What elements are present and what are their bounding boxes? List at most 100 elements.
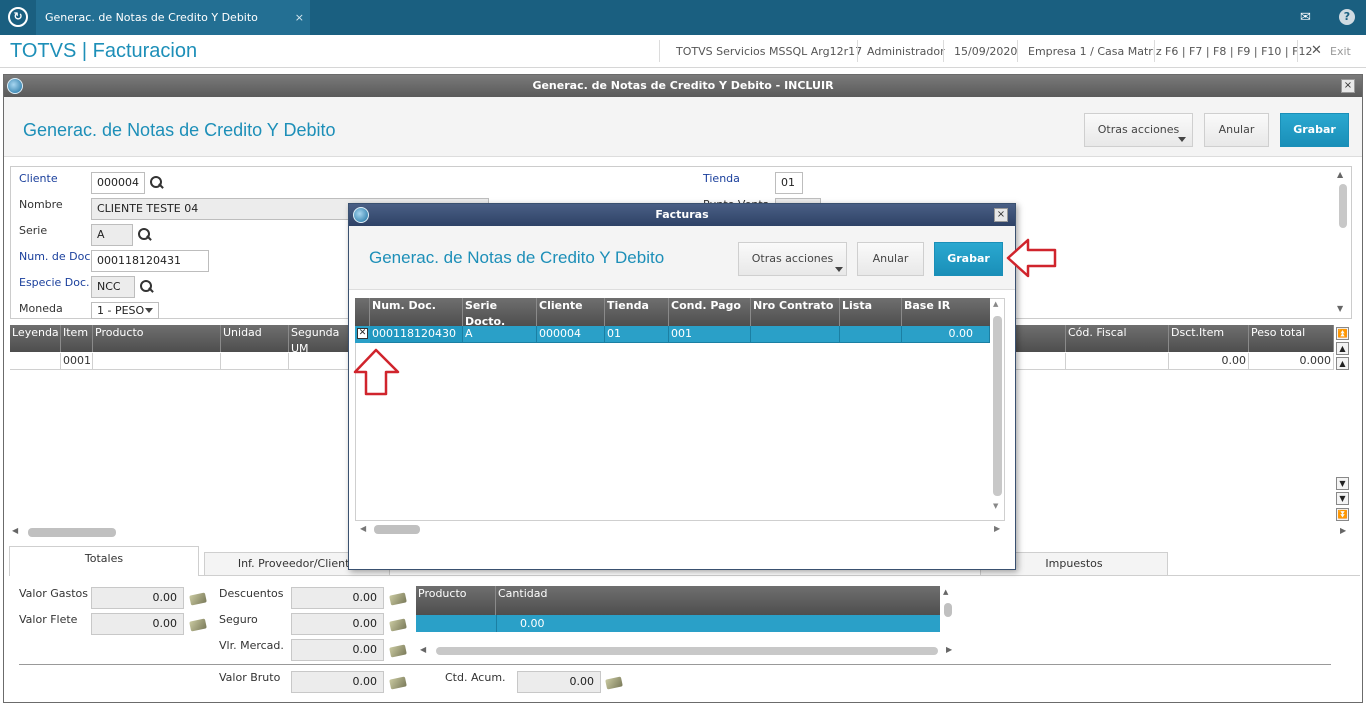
search-icon[interactable] bbox=[150, 176, 163, 189]
grid-first-icon[interactable]: ⏫ bbox=[1336, 327, 1349, 340]
scroll-left-icon[interactable]: ◀ bbox=[360, 524, 366, 533]
scroll-thumb[interactable] bbox=[944, 603, 952, 617]
valor-bruto-label: Valor Bruto bbox=[219, 671, 281, 684]
header-divider bbox=[1154, 40, 1155, 62]
descuentos-label: Descuentos bbox=[219, 587, 284, 600]
scroll-left-icon[interactable]: ◀ bbox=[420, 645, 426, 654]
valor-bruto-input[interactable]: 0.00 bbox=[291, 671, 384, 693]
dialog-vscrollbar[interactable]: ▲ ▼ bbox=[992, 300, 1003, 518]
grid-up-icon[interactable]: ▲ bbox=[1336, 342, 1349, 355]
valor-gastos-input[interactable]: 0.00 bbox=[91, 587, 184, 609]
col-cond-pago[interactable]: Cond. Pago bbox=[669, 298, 751, 326]
dialog-form-title: Generac. de Notas de Credito Y Debito bbox=[369, 248, 665, 267]
row-checkbox[interactable]: ✕ bbox=[357, 328, 368, 339]
col-check[interactable] bbox=[355, 298, 370, 326]
col-hidden[interactable] bbox=[1015, 325, 1066, 352]
mail-icon[interactable]: ✉ bbox=[1300, 10, 1311, 25]
user-label: Administrador bbox=[867, 45, 945, 58]
scroll-right-icon[interactable]: ▶ bbox=[946, 645, 952, 654]
valor-flete-label: Valor Flete bbox=[19, 613, 78, 626]
col-lista[interactable]: Lista bbox=[840, 298, 902, 326]
ctd-acum-input[interactable]: 0.00 bbox=[517, 671, 601, 693]
scroll-thumb[interactable] bbox=[374, 525, 420, 534]
company-label[interactable]: Empresa 1 / Casa Matriz bbox=[1028, 45, 1162, 58]
cliente-input[interactable]: 000004 bbox=[91, 172, 145, 194]
descuentos-input[interactable]: 0.00 bbox=[291, 587, 384, 609]
form-scrollbar[interactable]: ▲ ▼ bbox=[1337, 170, 1349, 316]
header-divider bbox=[1017, 40, 1018, 62]
annotation-arrow-left-icon bbox=[1006, 238, 1057, 278]
vlr-mercad-input[interactable]: 0.00 bbox=[291, 639, 384, 661]
col-cod-fiscal[interactable]: Cód. Fiscal bbox=[1066, 325, 1169, 352]
scroll-left-icon[interactable]: ◀ bbox=[12, 526, 18, 535]
valor-flete-input[interactable]: 0.00 bbox=[91, 613, 184, 635]
dialog-grabar-button[interactable]: Grabar bbox=[934, 242, 1003, 276]
search-icon[interactable] bbox=[138, 228, 151, 241]
cell-unidad bbox=[221, 353, 289, 370]
col-leyenda[interactable]: Leyenda bbox=[10, 325, 61, 352]
col-serie-docto[interactable]: Serie Docto. bbox=[463, 298, 537, 328]
col-nro-contrato[interactable]: Nro Contrato bbox=[751, 298, 840, 326]
cell-cliente: 000004 bbox=[537, 326, 605, 343]
dialog-anular-button[interactable]: Anular bbox=[857, 242, 924, 276]
window-close-icon[interactable]: × bbox=[1341, 79, 1355, 93]
numdoc-input[interactable]: 000118120431 bbox=[91, 250, 209, 272]
scroll-up-icon[interactable]: ▲ bbox=[1337, 170, 1343, 179]
grid-pageup-icon[interactable]: ▲ bbox=[1336, 357, 1349, 370]
scroll-thumb[interactable] bbox=[28, 528, 116, 537]
dialog-otras-label: Otras acciones bbox=[751, 252, 834, 265]
search-icon[interactable] bbox=[140, 280, 153, 293]
totvs-logo-icon[interactable]: ↻ bbox=[8, 7, 28, 27]
col-num-doc[interactable]: Num. Doc. bbox=[370, 298, 463, 326]
exit-icon[interactable]: ✕ bbox=[1311, 43, 1322, 58]
col-mini-cantidad[interactable]: Cantidad bbox=[496, 586, 940, 615]
grabar-button[interactable]: Grabar bbox=[1280, 113, 1349, 147]
anular-button[interactable]: Anular bbox=[1204, 113, 1269, 147]
tienda-input[interactable]: 01 bbox=[775, 172, 803, 194]
tab-close-icon[interactable]: × bbox=[295, 0, 304, 35]
scroll-down-icon[interactable]: ▼ bbox=[993, 502, 998, 510]
especie-input[interactable]: NCC bbox=[91, 276, 135, 298]
mini-grid-row[interactable]: 0.00 bbox=[416, 615, 940, 632]
table-row[interactable]: ✕ 000118120430 A 000004 01 001 0.00 bbox=[355, 326, 990, 343]
col-producto[interactable]: Producto bbox=[93, 325, 221, 352]
scroll-right-icon[interactable]: ▶ bbox=[1340, 526, 1346, 535]
col-base-ir[interactable]: Base IR bbox=[902, 298, 990, 326]
serie-label: Serie bbox=[19, 224, 48, 237]
mini-grid-vscrollbar[interactable]: ▲ bbox=[943, 588, 953, 632]
chevron-down-icon bbox=[1178, 137, 1186, 142]
grid-down-icon[interactable]: ▼ bbox=[1336, 477, 1349, 490]
otras-acciones-button[interactable]: Otras acciones bbox=[1084, 113, 1193, 147]
form-title: Generac. de Notas de Credito Y Debito bbox=[23, 120, 336, 140]
tab-notas-credito-debito[interactable]: Generac. de Notas de Credito Y Debito [0… bbox=[36, 0, 310, 59]
col-unidad[interactable]: Unidad bbox=[221, 325, 289, 352]
scroll-thumb[interactable] bbox=[1339, 184, 1347, 228]
col-item[interactable]: Item bbox=[61, 325, 93, 352]
dialog-close-icon[interactable]: × bbox=[994, 208, 1008, 222]
dialog-hscrollbar[interactable]: ◀ ▶ bbox=[356, 523, 1004, 536]
cell-hidden bbox=[1015, 353, 1066, 370]
grid-last-icon[interactable]: ⏬ bbox=[1336, 508, 1349, 521]
header-divider bbox=[943, 40, 944, 62]
col-tienda[interactable]: Tienda bbox=[605, 298, 669, 326]
dialog-otras-acciones-button[interactable]: Otras acciones bbox=[738, 242, 847, 276]
cell-num-doc: 000118120430 bbox=[370, 326, 463, 343]
seguro-input[interactable]: 0.00 bbox=[291, 613, 384, 635]
scroll-up-icon[interactable]: ▲ bbox=[993, 300, 998, 308]
moneda-select[interactable]: 1 - PESO bbox=[91, 302, 159, 319]
serie-input[interactable]: A bbox=[91, 224, 133, 246]
exit-button[interactable]: Exit bbox=[1330, 45, 1351, 58]
grid-pagedown-icon[interactable]: ▼ bbox=[1336, 492, 1349, 505]
tab-totales[interactable]: Totales bbox=[9, 546, 199, 576]
scroll-up-icon[interactable]: ▲ bbox=[943, 588, 948, 596]
scroll-thumb[interactable] bbox=[436, 647, 938, 655]
col-dsct-item[interactable]: Dsct.Item bbox=[1169, 325, 1249, 352]
help-icon[interactable]: ? bbox=[1339, 9, 1355, 25]
col-mini-producto[interactable]: Producto bbox=[416, 586, 496, 615]
col-cliente[interactable]: Cliente bbox=[537, 298, 605, 326]
scroll-down-icon[interactable]: ▼ bbox=[1337, 304, 1343, 313]
mini-grid-hscrollbar[interactable]: ◀ ▶ bbox=[416, 645, 956, 657]
scroll-thumb[interactable] bbox=[993, 316, 1002, 496]
scroll-right-icon[interactable]: ▶ bbox=[994, 524, 1000, 533]
col-peso-total[interactable]: Peso total bbox=[1249, 325, 1334, 352]
